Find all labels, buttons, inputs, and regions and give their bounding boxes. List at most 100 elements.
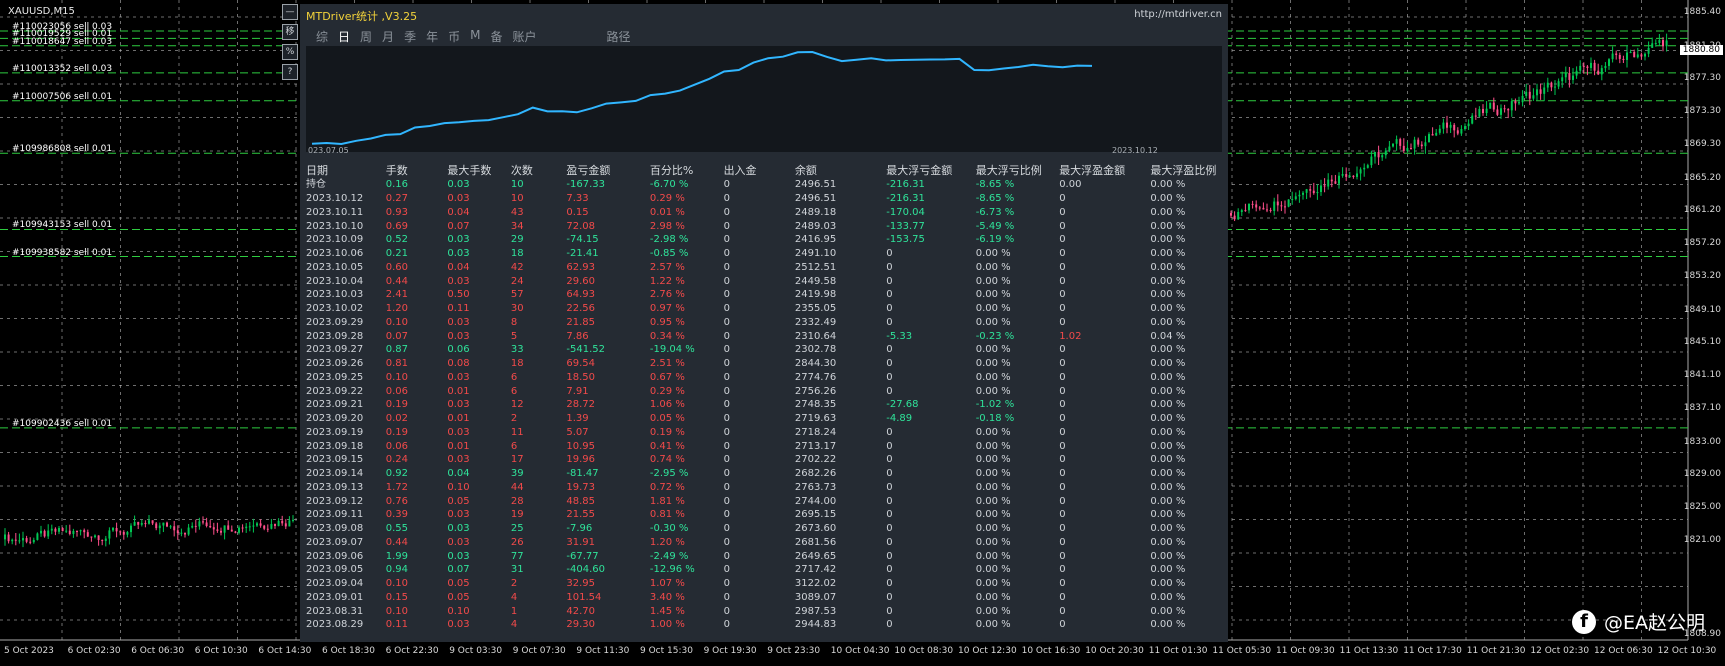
candle-body (1474, 115, 1477, 117)
cell: 0.60 (385, 261, 409, 273)
cell: 0 (886, 289, 893, 301)
cell: 0.15 (385, 591, 409, 603)
cell: 2489.18 (794, 206, 837, 218)
candle-body (1330, 179, 1333, 182)
cell: 0 (1059, 426, 1066, 438)
candle-body (1377, 151, 1380, 158)
candle-body (220, 530, 222, 533)
order-label[interactable]: #109943153 sell 0.01 (12, 220, 112, 230)
cell: 2355.05 (794, 303, 837, 315)
candle-body (137, 522, 140, 525)
candle-body (1269, 209, 1272, 211)
order-label[interactable]: #110007506 sell 0.01 (12, 92, 112, 102)
tab-1[interactable]: 日 (338, 28, 350, 45)
tab-2[interactable]: 周 (360, 28, 372, 45)
cell: 2023.09.08 (306, 523, 364, 535)
candle-body (1341, 174, 1344, 176)
cell: 0.03 (447, 509, 470, 521)
order-label[interactable]: #109902436 sell 0.01 (12, 419, 112, 429)
cell: -8.65 % (975, 179, 1015, 191)
cell: 69.54 (566, 358, 596, 370)
cell: 2756.26 (794, 385, 837, 397)
cell: 0.01 (447, 413, 470, 425)
cell: 0.00 % (975, 578, 1011, 590)
tab-8[interactable]: 备 (490, 28, 502, 45)
cell: -2.95 % (649, 468, 689, 480)
cell: 29.30 (566, 619, 596, 631)
candle-body (198, 521, 201, 527)
order-label[interactable]: #110013352 sell 0.03 (12, 64, 112, 74)
cell: -2.98 % (649, 234, 689, 246)
time-tick: 9 Oct 03:30 (449, 646, 503, 656)
candle-body (1424, 142, 1427, 147)
cell: 2023.09.26 (306, 358, 364, 370)
candle-body (1496, 109, 1499, 115)
tab-4[interactable]: 季 (404, 28, 416, 45)
cell: 2681.56 (794, 536, 837, 548)
candle-body (4, 534, 6, 540)
cell: 0 (1059, 619, 1066, 631)
cell: 43 (510, 206, 524, 218)
candle-body (155, 523, 158, 529)
percent-button[interactable]: % (282, 44, 298, 60)
cell: 31 (510, 564, 524, 576)
cell: 1.39 (566, 413, 589, 425)
cell: -81.47 (566, 468, 599, 480)
cell: 2023.09.11 (306, 509, 364, 521)
cell: 0.05 (447, 591, 470, 603)
cell: 2491.10 (794, 248, 837, 260)
tab-0[interactable]: 综 (316, 28, 328, 45)
cell: 0 (1059, 261, 1066, 273)
cell: 0.04 (447, 468, 470, 480)
candle-body (288, 520, 291, 527)
cell: 2.57 % (649, 261, 685, 273)
tab-7[interactable]: M (470, 28, 480, 45)
cell: 0.27 (385, 193, 409, 205)
cell: 2944.83 (794, 619, 837, 631)
candle-body (223, 525, 226, 533)
cell: 0.00 % (1150, 564, 1186, 576)
cell: 21.55 (566, 509, 596, 521)
candle-body (1240, 210, 1243, 212)
cell: 25 (510, 523, 524, 535)
cell: 0 (886, 468, 893, 480)
tab-5[interactable]: 年 (426, 28, 438, 45)
table-row: 2023.09.18 0.06 0.01 6 10.95 0.41 % 0 2713.17 0 0… (304, 439, 1228, 453)
cell: 0.10 (385, 578, 409, 590)
candle-body (83, 530, 86, 533)
cell: 0.72 % (649, 481, 685, 493)
cell: 1.06 % (649, 399, 685, 411)
order-label[interactable]: #109938582 sell 0.01 (12, 248, 112, 258)
cell: 0.03 (447, 399, 470, 411)
panel-url-link[interactable]: http://mtdriver.cn (1134, 9, 1222, 20)
candle-body (1348, 175, 1351, 177)
cell: 0 (723, 316, 730, 328)
price-tick: 1877.30 (1683, 73, 1721, 84)
tab-9[interactable]: 账户 (512, 28, 536, 45)
cell: 0 (723, 385, 730, 397)
order-label[interactable]: #109986808 sell 0.01 (12, 144, 112, 154)
help-button[interactable]: ? (282, 64, 298, 80)
tab-6[interactable]: 币 (448, 28, 460, 45)
cell: 0 (723, 220, 730, 232)
move-button[interactable]: 移 (282, 24, 298, 40)
time-tick: 10 Oct 16:30 (1021, 646, 1081, 656)
cell: 3122.02 (794, 578, 837, 590)
table-row: 2023.10.02 1.20 0.11 30 22.56 0.97 % 0 2355.05 0… (304, 302, 1228, 316)
table-row: 2023.10.03 2.41 0.50 57 64.93 2.76 % 0 2419.98 0… (304, 288, 1228, 302)
tab-path[interactable]: 路径 (607, 28, 631, 45)
cell: 0 (723, 509, 730, 521)
cell: 2023.08.29 (306, 619, 364, 631)
candle-body (1305, 189, 1308, 193)
cell: 0 (1059, 481, 1066, 493)
order-label[interactable]: #110018647 sell 0.03 (12, 37, 112, 47)
cell: 2023.09.21 (306, 399, 364, 411)
tab-3[interactable]: 月 (382, 28, 394, 45)
time-tick: 6 Oct 02:30 (67, 646, 121, 656)
minimize-button[interactable]: — (282, 4, 298, 20)
candle-body (1525, 91, 1528, 96)
cell: 2844.30 (794, 358, 837, 370)
price-tick: 1821.00 (1683, 535, 1721, 545)
candle-body (227, 525, 230, 530)
cell: 持仓 (306, 179, 326, 191)
